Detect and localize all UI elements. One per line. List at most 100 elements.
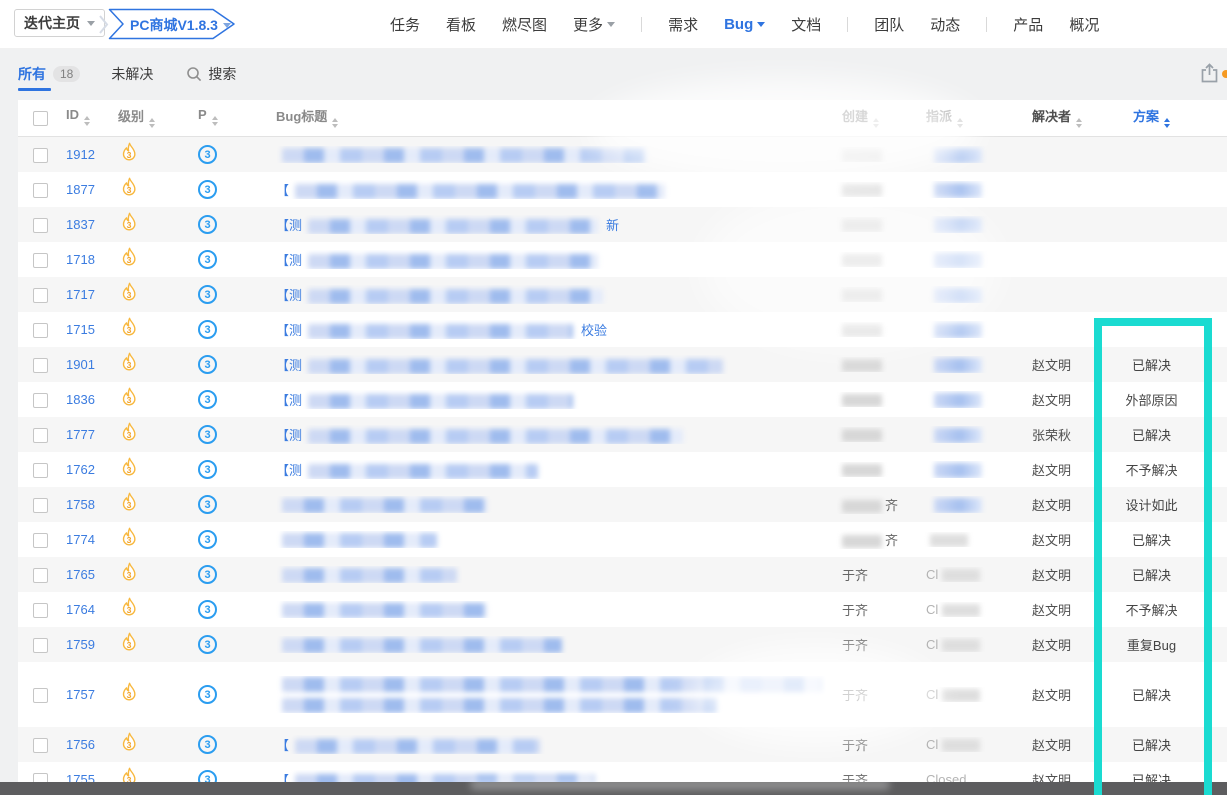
nav-item-activity[interactable]: 动态 xyxy=(930,14,960,35)
export-button[interactable] xyxy=(1199,62,1220,87)
nav-item-more[interactable]: 更多 xyxy=(573,14,616,35)
bug-id-link[interactable]: 1757 xyxy=(66,687,95,702)
bug-title[interactable]: 【测 新 xyxy=(276,215,826,235)
bug-id-link[interactable]: 1901 xyxy=(66,357,95,372)
solution-cell: 已解决 xyxy=(1131,428,1171,443)
assignee-cell xyxy=(912,181,1018,198)
row-checkbox[interactable] xyxy=(33,322,48,338)
redacted-name-blob xyxy=(842,394,882,408)
row-checkbox[interactable] xyxy=(33,602,48,618)
header-priority[interactable]: P xyxy=(198,107,276,129)
severity-flame-icon: 3 xyxy=(118,731,140,755)
row-checkbox[interactable] xyxy=(33,637,48,653)
row-checkbox[interactable] xyxy=(33,287,48,303)
nav-item-board[interactable]: 看板 xyxy=(446,14,476,35)
assignee-cell xyxy=(912,391,1018,408)
nav-item-overview[interactable]: 概况 xyxy=(1069,14,1099,35)
bug-id-link[interactable]: 1717 xyxy=(66,287,95,302)
row-checkbox[interactable] xyxy=(33,462,48,478)
title-fragment: 【测 xyxy=(276,252,303,268)
severity-flame-icon: 3 xyxy=(118,561,140,585)
table-header-row: ID 级别 P Bug标题 创建 指派 解决者 方案 xyxy=(18,100,1227,137)
iteration-home-dropdown[interactable]: 迭代主页 xyxy=(14,9,105,37)
title-fragment: 新 xyxy=(606,217,620,233)
header-level[interactable]: 级别 xyxy=(118,106,198,131)
header-resolver[interactable]: 解决者 xyxy=(1018,106,1102,131)
bug-id-link[interactable]: 1764 xyxy=(66,602,95,617)
bug-title[interactable]: 【测 xyxy=(276,390,826,410)
redacted-name-blob xyxy=(842,535,882,549)
bug-title[interactable]: 【测 xyxy=(276,285,826,305)
row-checkbox[interactable] xyxy=(33,687,48,703)
row-checkbox[interactable] xyxy=(33,737,48,753)
nav-item-bug[interactable]: Bug xyxy=(724,16,766,33)
redacted-name-blob xyxy=(934,497,982,513)
select-all-checkbox[interactable] xyxy=(33,111,48,127)
row-checkbox[interactable] xyxy=(33,532,48,548)
creator-cell: 于齐 xyxy=(842,738,869,753)
bug-title[interactable] xyxy=(276,531,826,548)
bug-id-link[interactable]: 1912 xyxy=(66,147,95,162)
bug-title[interactable] xyxy=(276,636,826,653)
resolver-cell: 赵文明 xyxy=(1032,393,1072,408)
nav-item-burndown[interactable]: 燃尽图 xyxy=(502,14,547,35)
search-label: 搜索 xyxy=(208,66,237,82)
nav-item-product[interactable]: 产品 xyxy=(1013,14,1043,35)
nav-item-requirements[interactable]: 需求 xyxy=(668,14,698,35)
solution-cell: 已解决 xyxy=(1131,358,1171,373)
bug-title[interactable]: 【测 校验 xyxy=(276,320,826,340)
bug-id-link[interactable]: 1774 xyxy=(66,532,95,547)
row-checkbox[interactable] xyxy=(33,357,48,373)
bug-title[interactable]: 【测 xyxy=(276,460,826,480)
tab-unresolved[interactable]: 未解决 xyxy=(111,64,153,84)
row-checkbox[interactable] xyxy=(33,497,48,513)
row-checkbox[interactable] xyxy=(33,217,48,233)
bug-title[interactable]: 【测 xyxy=(276,425,826,445)
bug-title[interactable] xyxy=(276,496,826,513)
chevron-down-icon xyxy=(87,21,95,30)
bug-id-link[interactable]: 1877 xyxy=(66,182,95,197)
resolver-cell: 赵文明 xyxy=(1032,738,1072,753)
bug-id-link[interactable]: 1837 xyxy=(66,217,95,232)
bug-id-link[interactable]: 1777 xyxy=(66,427,95,442)
nav-item-team[interactable]: 团队 xyxy=(874,14,904,35)
bug-title[interactable] xyxy=(276,146,826,163)
row-checkbox[interactable] xyxy=(33,182,48,198)
header-title[interactable]: Bug标题 xyxy=(276,106,826,131)
title-fragment: 【 xyxy=(276,737,290,753)
row-checkbox[interactable] xyxy=(33,427,48,443)
row-checkbox[interactable] xyxy=(33,252,48,268)
tab-search[interactable]: 搜索 xyxy=(186,64,236,84)
nav-item-tasks[interactable]: 任务 xyxy=(390,14,420,35)
bug-id-link[interactable]: 1756 xyxy=(66,737,95,752)
bug-title[interactable]: 【 xyxy=(276,735,826,755)
header-id[interactable]: ID xyxy=(64,107,118,129)
bug-title[interactable] xyxy=(276,566,826,583)
bug-title[interactable]: 【测 xyxy=(276,355,826,375)
row-checkbox[interactable] xyxy=(33,392,48,408)
bug-id-link[interactable]: 1718 xyxy=(66,252,95,267)
row-checkbox[interactable] xyxy=(33,147,48,163)
header-created[interactable]: 创建 xyxy=(826,106,912,131)
bug-id-link[interactable]: 1836 xyxy=(66,392,95,407)
nav-item-docs[interactable]: 文档 xyxy=(791,14,821,35)
bug-title[interactable]: 【 xyxy=(276,180,826,200)
export-icon xyxy=(1201,63,1218,83)
severity-flame-icon: 3 xyxy=(118,491,140,515)
bug-id-link[interactable]: 1762 xyxy=(66,462,95,477)
bug-id-link[interactable]: 1715 xyxy=(66,322,95,337)
row-checkbox[interactable] xyxy=(33,567,48,583)
bug-id-link[interactable]: 1758 xyxy=(66,497,95,512)
bug-title[interactable] xyxy=(276,676,826,714)
bug-title[interactable] xyxy=(276,601,826,618)
header-solution[interactable]: 方案 xyxy=(1102,106,1227,131)
tab-all[interactable]: 所有 xyxy=(18,64,46,84)
creator-cell: 于齐 xyxy=(842,638,869,653)
horizontal-scrollbar[interactable] xyxy=(0,782,1227,795)
redacted-name-blob xyxy=(930,534,968,548)
bug-id-link[interactable]: 1759 xyxy=(66,637,95,652)
bug-id-link[interactable]: 1765 xyxy=(66,567,95,582)
header-assignee[interactable]: 指派 xyxy=(912,106,1018,131)
bug-title[interactable]: 【测 xyxy=(276,250,826,270)
project-version-dropdown[interactable]: PC商城V1.8.3 xyxy=(108,8,236,40)
